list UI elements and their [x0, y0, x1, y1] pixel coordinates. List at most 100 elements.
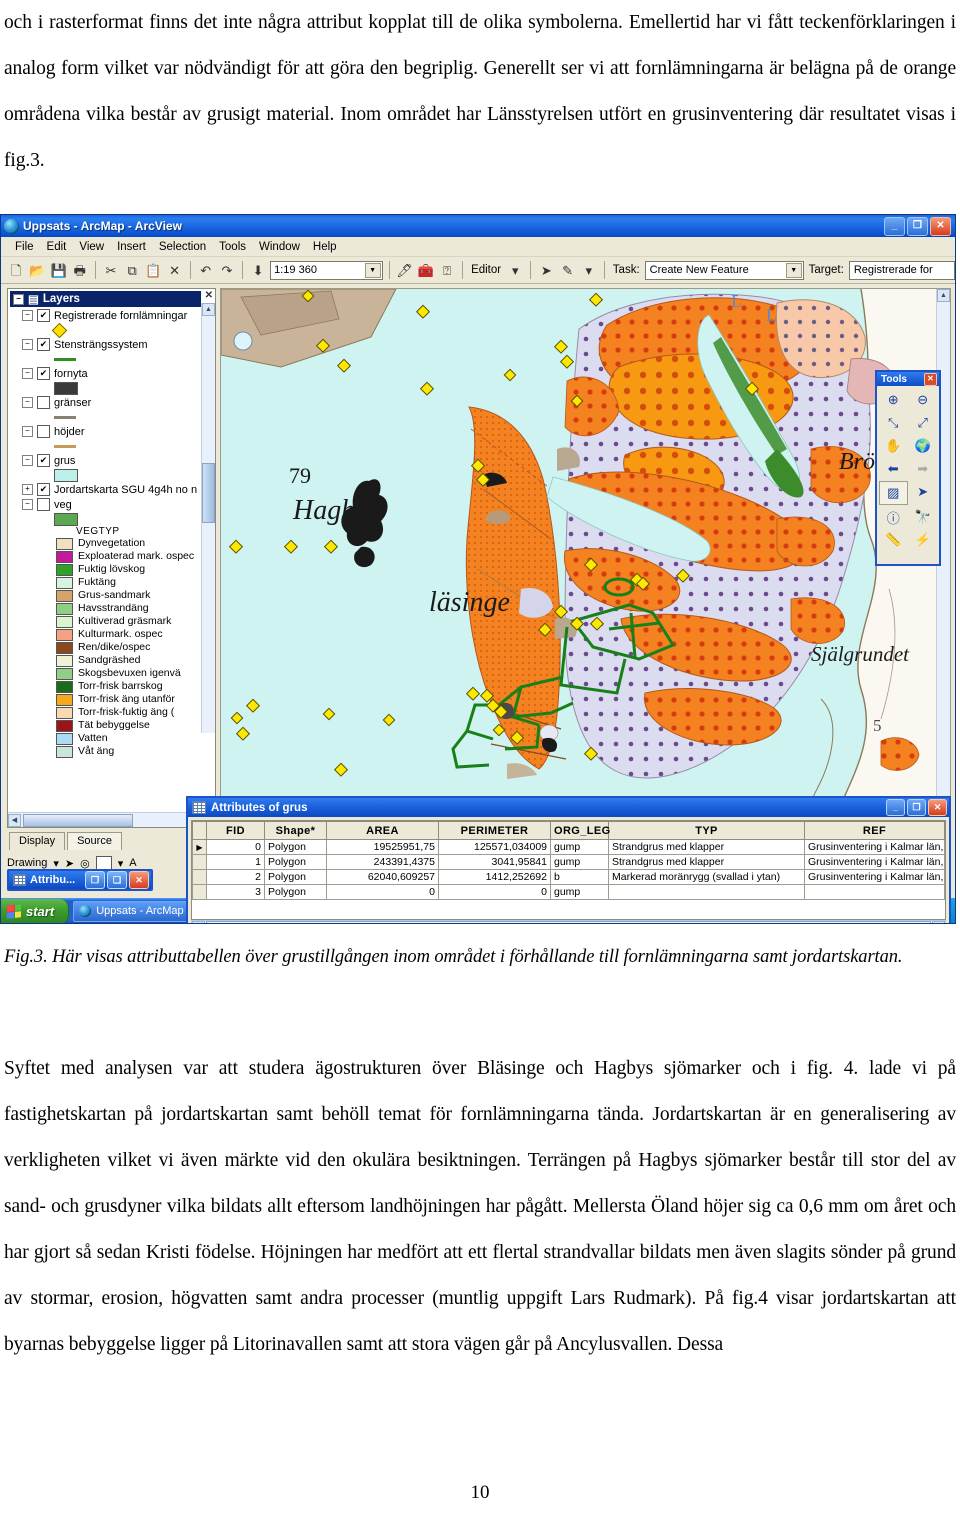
column-header-shape[interactable]: Shape*	[264, 821, 327, 840]
layer-item-veg[interactable]: − veg	[8, 497, 215, 512]
legend-item[interactable]: Torr-frisk-fuktig äng (	[8, 706, 215, 719]
table-row[interactable]: 3 Polygon 0 0 gump	[192, 884, 945, 900]
whats-this-help-icon[interactable]: ⍰	[438, 260, 456, 280]
expander-icon[interactable]: +	[22, 484, 33, 495]
editor-menu-label[interactable]: Editor	[469, 264, 503, 276]
go-back-extent-icon[interactable]: ⬅	[879, 458, 908, 480]
scroll-up-icon[interactable]: ▲	[202, 303, 215, 316]
table-row[interactable]: 2 Polygon 62040,609257 1412,252692 b Mar…	[192, 869, 945, 885]
find-binoculars-icon[interactable]: 🔭	[909, 506, 938, 528]
cut-icon[interactable]: ✂	[102, 260, 120, 280]
column-header-area[interactable]: AREA	[326, 821, 439, 840]
legend-item[interactable]: Torr-frisk äng utanför	[8, 693, 215, 706]
task-chevron-down-icon[interactable]: ▼	[785, 262, 802, 278]
cell-area[interactable]: 19525951,75	[326, 839, 439, 855]
row-selector-current[interactable]: ▶	[192, 839, 207, 855]
cell-fid[interactable]: 3	[206, 884, 265, 900]
row-selector[interactable]	[192, 884, 207, 900]
add-data-icon[interactable]: ⬇	[249, 260, 267, 280]
attributes-minimized-maximize-button[interactable]: ❑	[107, 871, 127, 889]
attributes-minimized-window[interactable]: Attribu... ❐ ❑ ✕	[7, 869, 153, 891]
legend-item[interactable]: Torr-frisk barrskog	[8, 680, 215, 693]
menu-insert[interactable]: Insert	[111, 240, 152, 254]
toc-close-icon[interactable]: ✕	[205, 290, 213, 301]
attributes-close-button[interactable]: ✕	[928, 799, 947, 816]
row-selector[interactable]	[192, 854, 207, 870]
select-features-icon[interactable]: ▨	[879, 481, 908, 505]
scroll-left-icon[interactable]: ◀	[192, 921, 205, 923]
font-color-label[interactable]: A	[129, 857, 136, 869]
cell-org-leg[interactable]: gump	[550, 884, 609, 900]
draw-ellipse-icon[interactable]: ◎	[80, 857, 90, 870]
cell-shape[interactable]: Polygon	[264, 839, 327, 855]
layer-visibility-checkbox[interactable]: ✔	[37, 367, 50, 380]
column-header-perimeter[interactable]: PERIMETER	[438, 821, 551, 840]
cursor-arrow-icon[interactable]: ➤	[65, 857, 74, 870]
expander-icon[interactable]: −	[22, 397, 33, 408]
cell-area[interactable]: 243391,4375	[326, 854, 439, 870]
table-row[interactable]: 1 Polygon 243391,4375 3041,95841 gump St…	[192, 854, 945, 870]
expander-icon[interactable]: −	[22, 499, 33, 510]
arctoolbox-icon[interactable]: 🧰	[417, 260, 435, 280]
expander-icon[interactable]: −	[22, 426, 33, 437]
cell-perimeter[interactable]: 125571,034009	[438, 839, 551, 855]
layer-item-stenstrangssystem[interactable]: − ✔ Stensträngssystem	[8, 337, 215, 352]
paste-icon[interactable]: 📋	[144, 260, 162, 280]
copy-icon[interactable]: ⧉	[123, 260, 141, 280]
scroll-right-icon[interactable]: ▶	[932, 921, 945, 923]
legend-item[interactable]: Vatten	[8, 732, 215, 745]
expander-icon[interactable]: −	[22, 339, 33, 350]
editor-toolbar-icon[interactable]: 🖊	[396, 260, 414, 280]
cell-area[interactable]: 0	[326, 884, 439, 900]
measure-icon[interactable]: 📏	[879, 529, 908, 551]
delete-icon[interactable]: ✕	[165, 260, 183, 280]
legend-item[interactable]: Tät bebyggelse	[8, 719, 215, 732]
layer-item-grus[interactable]: − ✔ grus	[8, 453, 215, 468]
full-extent-globe-icon[interactable]: 🌍	[909, 435, 938, 457]
scrollbar-thumb[interactable]	[202, 463, 215, 523]
legend-item[interactable]: Skogsbevuxen igenvä	[8, 667, 215, 680]
chevron-down-icon[interactable]: ▼	[364, 262, 381, 278]
edit-tool-arrow-icon[interactable]: ➤	[537, 260, 555, 280]
attributes-restore-button[interactable]: ❐	[907, 799, 926, 816]
expander-icon[interactable]: −	[13, 293, 24, 305]
cell-fid[interactable]: 2	[206, 869, 265, 885]
legend-item[interactable]: Havsstrandäng	[8, 602, 215, 615]
cell-org-leg[interactable]: b	[550, 869, 609, 885]
column-header-org-leg[interactable]: ORG_LEG	[550, 821, 610, 840]
column-header-fid[interactable]: FID	[206, 821, 265, 840]
cell-perimeter[interactable]: 0	[438, 884, 551, 900]
map-scale-combo[interactable]: 1:19 360 ▼	[270, 260, 383, 280]
cell-org-leg[interactable]: gump	[550, 854, 609, 870]
menu-help[interactable]: Help	[307, 240, 343, 254]
cell-fid[interactable]: 1	[206, 854, 265, 870]
zoom-in-icon[interactable]: ⊕	[879, 389, 908, 411]
attributes-minimize-button[interactable]: _	[886, 799, 905, 816]
menu-file[interactable]: File	[9, 240, 40, 254]
scroll-up-icon[interactable]: ▲	[937, 289, 950, 302]
legend-item[interactable]: Kulturmark. ospec	[8, 628, 215, 641]
cell-fid[interactable]: 0	[206, 839, 265, 855]
tab-display[interactable]: Display	[9, 832, 66, 850]
layer-item-granser[interactable]: − gränser	[8, 395, 215, 410]
column-header-ref[interactable]: REF	[804, 821, 945, 840]
legend-item[interactable]: Kultiverad gräsmark	[8, 615, 215, 628]
cell-typ[interactable]: Markerad moränrygg (svallad i ytan)	[608, 869, 805, 885]
cell-typ[interactable]: Strandgrus med klapper	[608, 839, 805, 855]
scrollbar-thumb[interactable]	[23, 813, 133, 827]
attributes-horizontal-scrollbar[interactable]: ◀ ▶	[191, 920, 946, 923]
drawing-menu-label[interactable]: Drawing	[7, 857, 47, 869]
menu-selection[interactable]: Selection	[153, 240, 212, 254]
scroll-left-icon[interactable]: ◀	[8, 813, 21, 827]
row-selector[interactable]	[192, 869, 207, 885]
fixed-zoom-in-icon[interactable]: ⤡	[879, 412, 908, 434]
minimize-button[interactable]: _	[884, 216, 905, 236]
pan-hand-icon[interactable]: ✋	[879, 435, 908, 457]
expander-icon[interactable]: −	[22, 310, 33, 321]
menu-view[interactable]: View	[73, 240, 110, 254]
cell-ref[interactable]: Grusinventering i Kalmar län, Öland. 196…	[804, 854, 945, 870]
close-button[interactable]: ✕	[930, 216, 951, 236]
task-combo[interactable]: Create New Feature ▼	[644, 260, 804, 280]
cell-shape[interactable]: Polygon	[264, 884, 327, 900]
editor-chevron-down-icon[interactable]: ▾	[506, 260, 524, 280]
